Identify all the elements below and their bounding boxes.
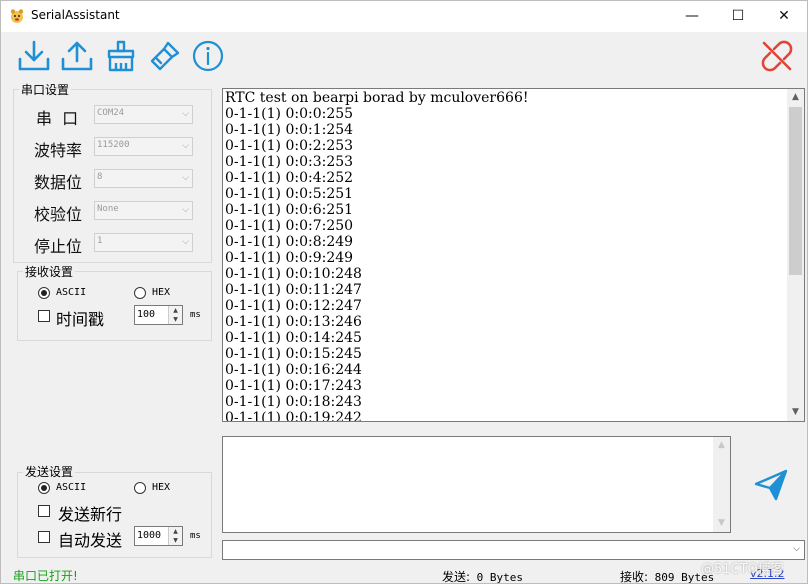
window-title: SerialAssistant (31, 8, 120, 22)
receive-line: 0-1-1(1) 0:0:2:253 (225, 138, 354, 154)
scrollbar-thumb[interactable] (789, 107, 802, 275)
receive-line: 0-1-1(1) 0:0:9:249 (225, 250, 354, 266)
minimize-button[interactable]: — (669, 1, 715, 31)
receive-line: 0-1-1(1) 0:0:8:249 (225, 234, 354, 250)
receive-line: 0-1-1(1) 0:0:11:247 (225, 282, 362, 298)
scroll-up-icon[interactable]: ▲ (787, 89, 804, 106)
auto-send-label: 自动发送 (58, 531, 123, 550)
data-bits-label: 数据位 (34, 173, 83, 192)
stop-bits-label: 停止位 (34, 237, 83, 256)
send-count: 发送: 0 Bytes (442, 568, 523, 584)
download-icon[interactable] (17, 39, 51, 73)
receive-scrollbar[interactable]: ▲ ▼ (787, 89, 804, 421)
receive-line: 0-1-1(1) 0:0:18:243 (225, 394, 362, 410)
close-button[interactable]: ✕ (761, 1, 807, 31)
auto-send-interval-spinbox[interactable]: 1000 ▲ ▼ (134, 526, 183, 546)
receive-count-label: 接收: (620, 570, 649, 584)
upload-icon[interactable] (60, 39, 94, 73)
title-bar: SerialAssistant — ☐ ✕ (1, 1, 807, 32)
baud-label: 波特率 (34, 141, 83, 160)
spin-arrows-icon[interactable]: ▲ ▼ (168, 527, 182, 545)
receive-line: 0-1-1(1) 0:0:16:244 (225, 362, 362, 378)
chevron-down-icon: ⌵ (793, 544, 800, 554)
receive-hex-radio[interactable] (134, 287, 146, 299)
receive-line: 0-1-1(1) 0:0:10:248 (225, 266, 362, 282)
chevron-down-icon: ⌵ (182, 205, 189, 215)
scroll-down-icon[interactable]: ▼ (713, 515, 730, 532)
disconnect-icon[interactable] (760, 39, 794, 73)
serial-settings-title: 串口设置 (19, 81, 72, 98)
send-history-select[interactable]: ⌵ (222, 540, 805, 560)
chevron-down-icon: ⌵ (182, 237, 189, 247)
port-select[interactable]: COM24 ⌵ (94, 105, 193, 124)
data-bits-select[interactable]: 8 ⌵ (94, 169, 193, 188)
receive-line: 0-1-1(1) 0:0:4:252 (225, 170, 354, 186)
receive-lines: RTC test on bearpi borad by mculover666!… (225, 90, 785, 422)
brush-icon[interactable] (148, 39, 182, 73)
status-bar: 串口已打开! 发送: 0 Bytes 接收: 809 Bytes v2.1.2 (1, 564, 807, 584)
clear-icon[interactable] (104, 39, 138, 73)
timestamp-interval-unit: ms (190, 310, 201, 320)
send-text-area[interactable]: ▲ ▼ (222, 436, 731, 533)
send-ascii-label: ASCII (56, 482, 87, 493)
receive-ascii-radio[interactable] (38, 287, 50, 299)
send-newline-checkbox[interactable] (38, 505, 50, 517)
receive-line: 0-1-1(1) 0:0:13:246 (225, 314, 362, 330)
receive-line: 0-1-1(1) 0:0:19:242 (225, 410, 362, 422)
timestamp-label: 时间戳 (56, 310, 105, 329)
port-value: COM24 (97, 108, 125, 118)
receive-ascii-label: ASCII (56, 287, 87, 298)
receive-line: 0-1-1(1) 0:0:0:255 (225, 106, 354, 122)
receive-line: 0-1-1(1) 0:0:12:247 (225, 298, 362, 314)
receive-hex-label: HEX (152, 287, 171, 298)
data-bits-value: 8 (97, 172, 103, 182)
send-hex-label: HEX (152, 482, 171, 493)
baud-select[interactable]: 115200 ⌵ (94, 137, 193, 156)
chevron-down-icon: ⌵ (182, 173, 189, 183)
maximize-button[interactable]: ☐ (715, 1, 761, 31)
spin-arrows-icon[interactable]: ▲ ▼ (168, 306, 182, 324)
receive-line: 0-1-1(1) 0:0:14:245 (225, 330, 362, 346)
watermark-text: @51CTO博客 (701, 562, 784, 577)
receive-line: RTC test on bearpi borad by mculover666! (225, 90, 529, 106)
port-status-text: 串口已打开! (13, 569, 78, 583)
timestamp-interval-value: 100 (137, 309, 156, 320)
receive-line: 0-1-1(1) 0:0:3:253 (225, 154, 354, 170)
scroll-down-icon[interactable]: ▼ (787, 404, 804, 421)
stop-bits-select[interactable]: 1 ⌵ (94, 233, 193, 252)
parity-label: 校验位 (34, 205, 83, 224)
send-ascii-radio[interactable] (38, 482, 50, 494)
app-logo-icon (10, 9, 24, 23)
paper-plane-icon[interactable] (753, 468, 789, 502)
info-icon[interactable] (191, 39, 225, 73)
receive-line: 0-1-1(1) 0:0:17:243 (225, 378, 362, 394)
app-window: SerialAssistant — ☐ ✕ 串口设置 串 口 COM24 ⌵ 波… (0, 0, 808, 584)
parity-value: None (97, 204, 119, 214)
send-settings-title: 发送设置 (23, 463, 76, 480)
scroll-up-icon[interactable]: ▲ (713, 437, 730, 454)
auto-send-interval-unit: ms (190, 531, 201, 541)
timestamp-checkbox[interactable] (38, 310, 50, 322)
parity-select[interactable]: None ⌵ (94, 201, 193, 220)
chevron-down-icon: ⌵ (182, 141, 189, 151)
timestamp-interval-spinbox[interactable]: 100 ▲ ▼ (134, 305, 183, 325)
receive-line: 0-1-1(1) 0:0:5:251 (225, 186, 354, 202)
send-hex-radio[interactable] (134, 482, 146, 494)
receive-settings-title: 接收设置 (23, 263, 76, 280)
send-count-value: 0 Bytes (476, 571, 524, 584)
stop-bits-value: 1 (97, 236, 103, 246)
port-label: 串 口 (36, 109, 79, 128)
receive-text-area[interactable]: RTC test on bearpi borad by mculover666!… (222, 88, 805, 422)
receive-line: 0-1-1(1) 0:0:7:250 (225, 218, 354, 234)
baud-value: 115200 (97, 140, 130, 150)
send-scrollbar[interactable]: ▲ ▼ (713, 437, 730, 532)
receive-line: 0-1-1(1) 0:0:15:245 (225, 346, 362, 362)
auto-send-checkbox[interactable] (38, 531, 50, 543)
auto-send-interval-value: 1000 (137, 530, 162, 541)
send-newline-label: 发送新行 (58, 505, 123, 524)
receive-line: 0-1-1(1) 0:0:6:251 (225, 202, 354, 218)
receive-line: 0-1-1(1) 0:0:1:254 (225, 122, 354, 138)
send-count-label: 发送: (442, 570, 471, 584)
chevron-down-icon: ⌵ (182, 109, 189, 119)
